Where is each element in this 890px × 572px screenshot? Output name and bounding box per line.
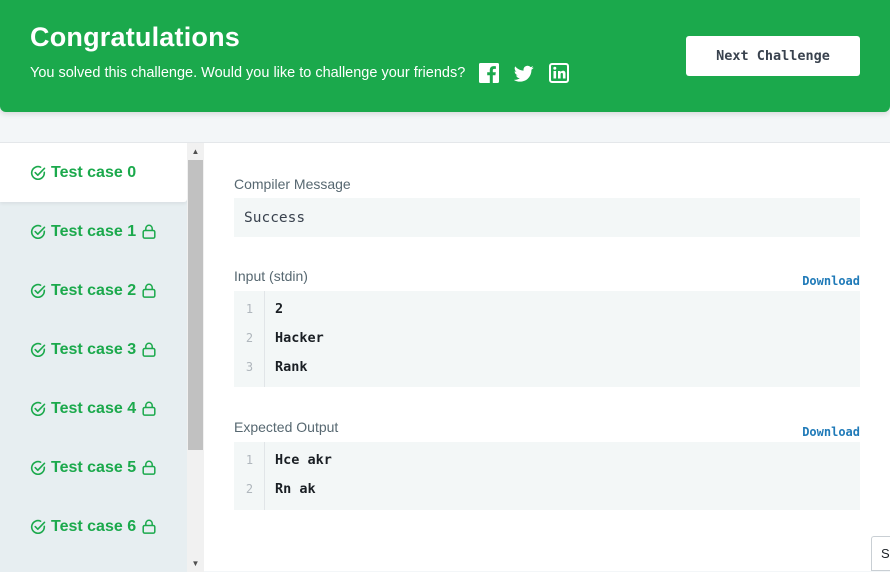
code-line: 2 Hacker (234, 324, 860, 353)
banner-subtitle: You solved this challenge. Would you lik… (30, 65, 466, 81)
lock-icon (142, 460, 156, 475)
expected-output-code-box: 1 Hce akr 2 Rn ak (234, 442, 860, 510)
line-number: 3 (245, 360, 254, 374)
next-challenge-button[interactable]: Next Challenge (686, 36, 860, 76)
check-circle-icon (30, 224, 46, 239)
corner-widget-text: S (881, 546, 890, 561)
corner-floating-widget[interactable]: S (871, 536, 890, 571)
line-text: Hce akr (275, 452, 332, 468)
check-circle-icon (30, 283, 46, 298)
test-case-label: Test case 5 (51, 458, 137, 476)
input-download-link[interactable]: Download (802, 274, 860, 288)
check-circle-icon (30, 401, 46, 416)
success-banner: Congratulations You solved this challeng… (0, 0, 890, 112)
expected-download-link[interactable]: Download (802, 425, 860, 439)
line-text: Rank (275, 359, 308, 375)
scroll-thumb[interactable] (188, 160, 203, 450)
test-case-label: Test case 4 (51, 399, 137, 417)
line-number: 1 (245, 453, 254, 467)
lock-icon (142, 224, 156, 239)
test-case-label: Test case 3 (51, 340, 137, 358)
code-line: 1 2 (234, 295, 860, 324)
banner-title: Congratulations (30, 22, 240, 52)
test-case-label: Test case 1 (51, 222, 137, 240)
compiler-message-text: Success (244, 209, 306, 226)
line-number: 1 (245, 302, 254, 316)
test-case-4[interactable]: Test case 4 (0, 379, 187, 438)
lock-icon (142, 519, 156, 534)
expected-output-label: Expected Output (234, 419, 339, 435)
test-case-3[interactable]: Test case 3 (0, 320, 187, 379)
lock-icon (142, 342, 156, 357)
test-case-label: Test case 0 (51, 163, 137, 181)
line-text: Rn ak (275, 481, 316, 497)
facebook-icon[interactable] (479, 63, 499, 83)
check-circle-icon (30, 342, 46, 357)
code-line: 1 Hce akr (234, 446, 860, 475)
scroll-down-arrow-icon[interactable]: ▼ (187, 555, 204, 572)
test-case-6[interactable]: Test case 6 (0, 497, 187, 556)
twitter-icon[interactable] (514, 64, 534, 84)
test-case-0[interactable]: Test case 0 (0, 143, 187, 202)
input-code-box: 1 2 2 Hacker 3 Rank (234, 291, 860, 387)
check-circle-icon (30, 165, 46, 180)
test-case-5[interactable]: Test case 5 (0, 438, 187, 497)
compiler-message-label: Compiler Message (234, 176, 351, 192)
results-panel: Test case 0 Test case 1 Test case 2 Test… (0, 142, 890, 572)
scroll-up-arrow-icon[interactable]: ▲ (187, 143, 204, 160)
test-case-2[interactable]: Test case 2 (0, 261, 187, 320)
test-case-label: Test case 6 (51, 517, 137, 535)
line-text: 2 (275, 301, 284, 317)
lock-icon (142, 401, 156, 416)
line-number: 2 (245, 331, 254, 345)
code-line: 3 Rank (234, 353, 860, 382)
line-text: Hacker (275, 330, 324, 346)
linkedin-icon[interactable] (549, 63, 569, 83)
test-case-list: Test case 0 Test case 1 Test case 2 Test… (0, 143, 187, 572)
code-line: 2 Rn ak (234, 475, 860, 504)
sidebar-scrollbar[interactable]: ▲ ▼ (187, 143, 204, 572)
compiler-message-box: Success (234, 198, 860, 237)
check-circle-icon (30, 519, 46, 534)
input-label: Input (stdin) (234, 268, 308, 284)
lock-icon (142, 283, 156, 298)
line-number: 2 (245, 482, 254, 496)
test-case-label: Test case 2 (51, 281, 137, 299)
test-case-1[interactable]: Test case 1 (0, 202, 187, 261)
check-circle-icon (30, 460, 46, 475)
